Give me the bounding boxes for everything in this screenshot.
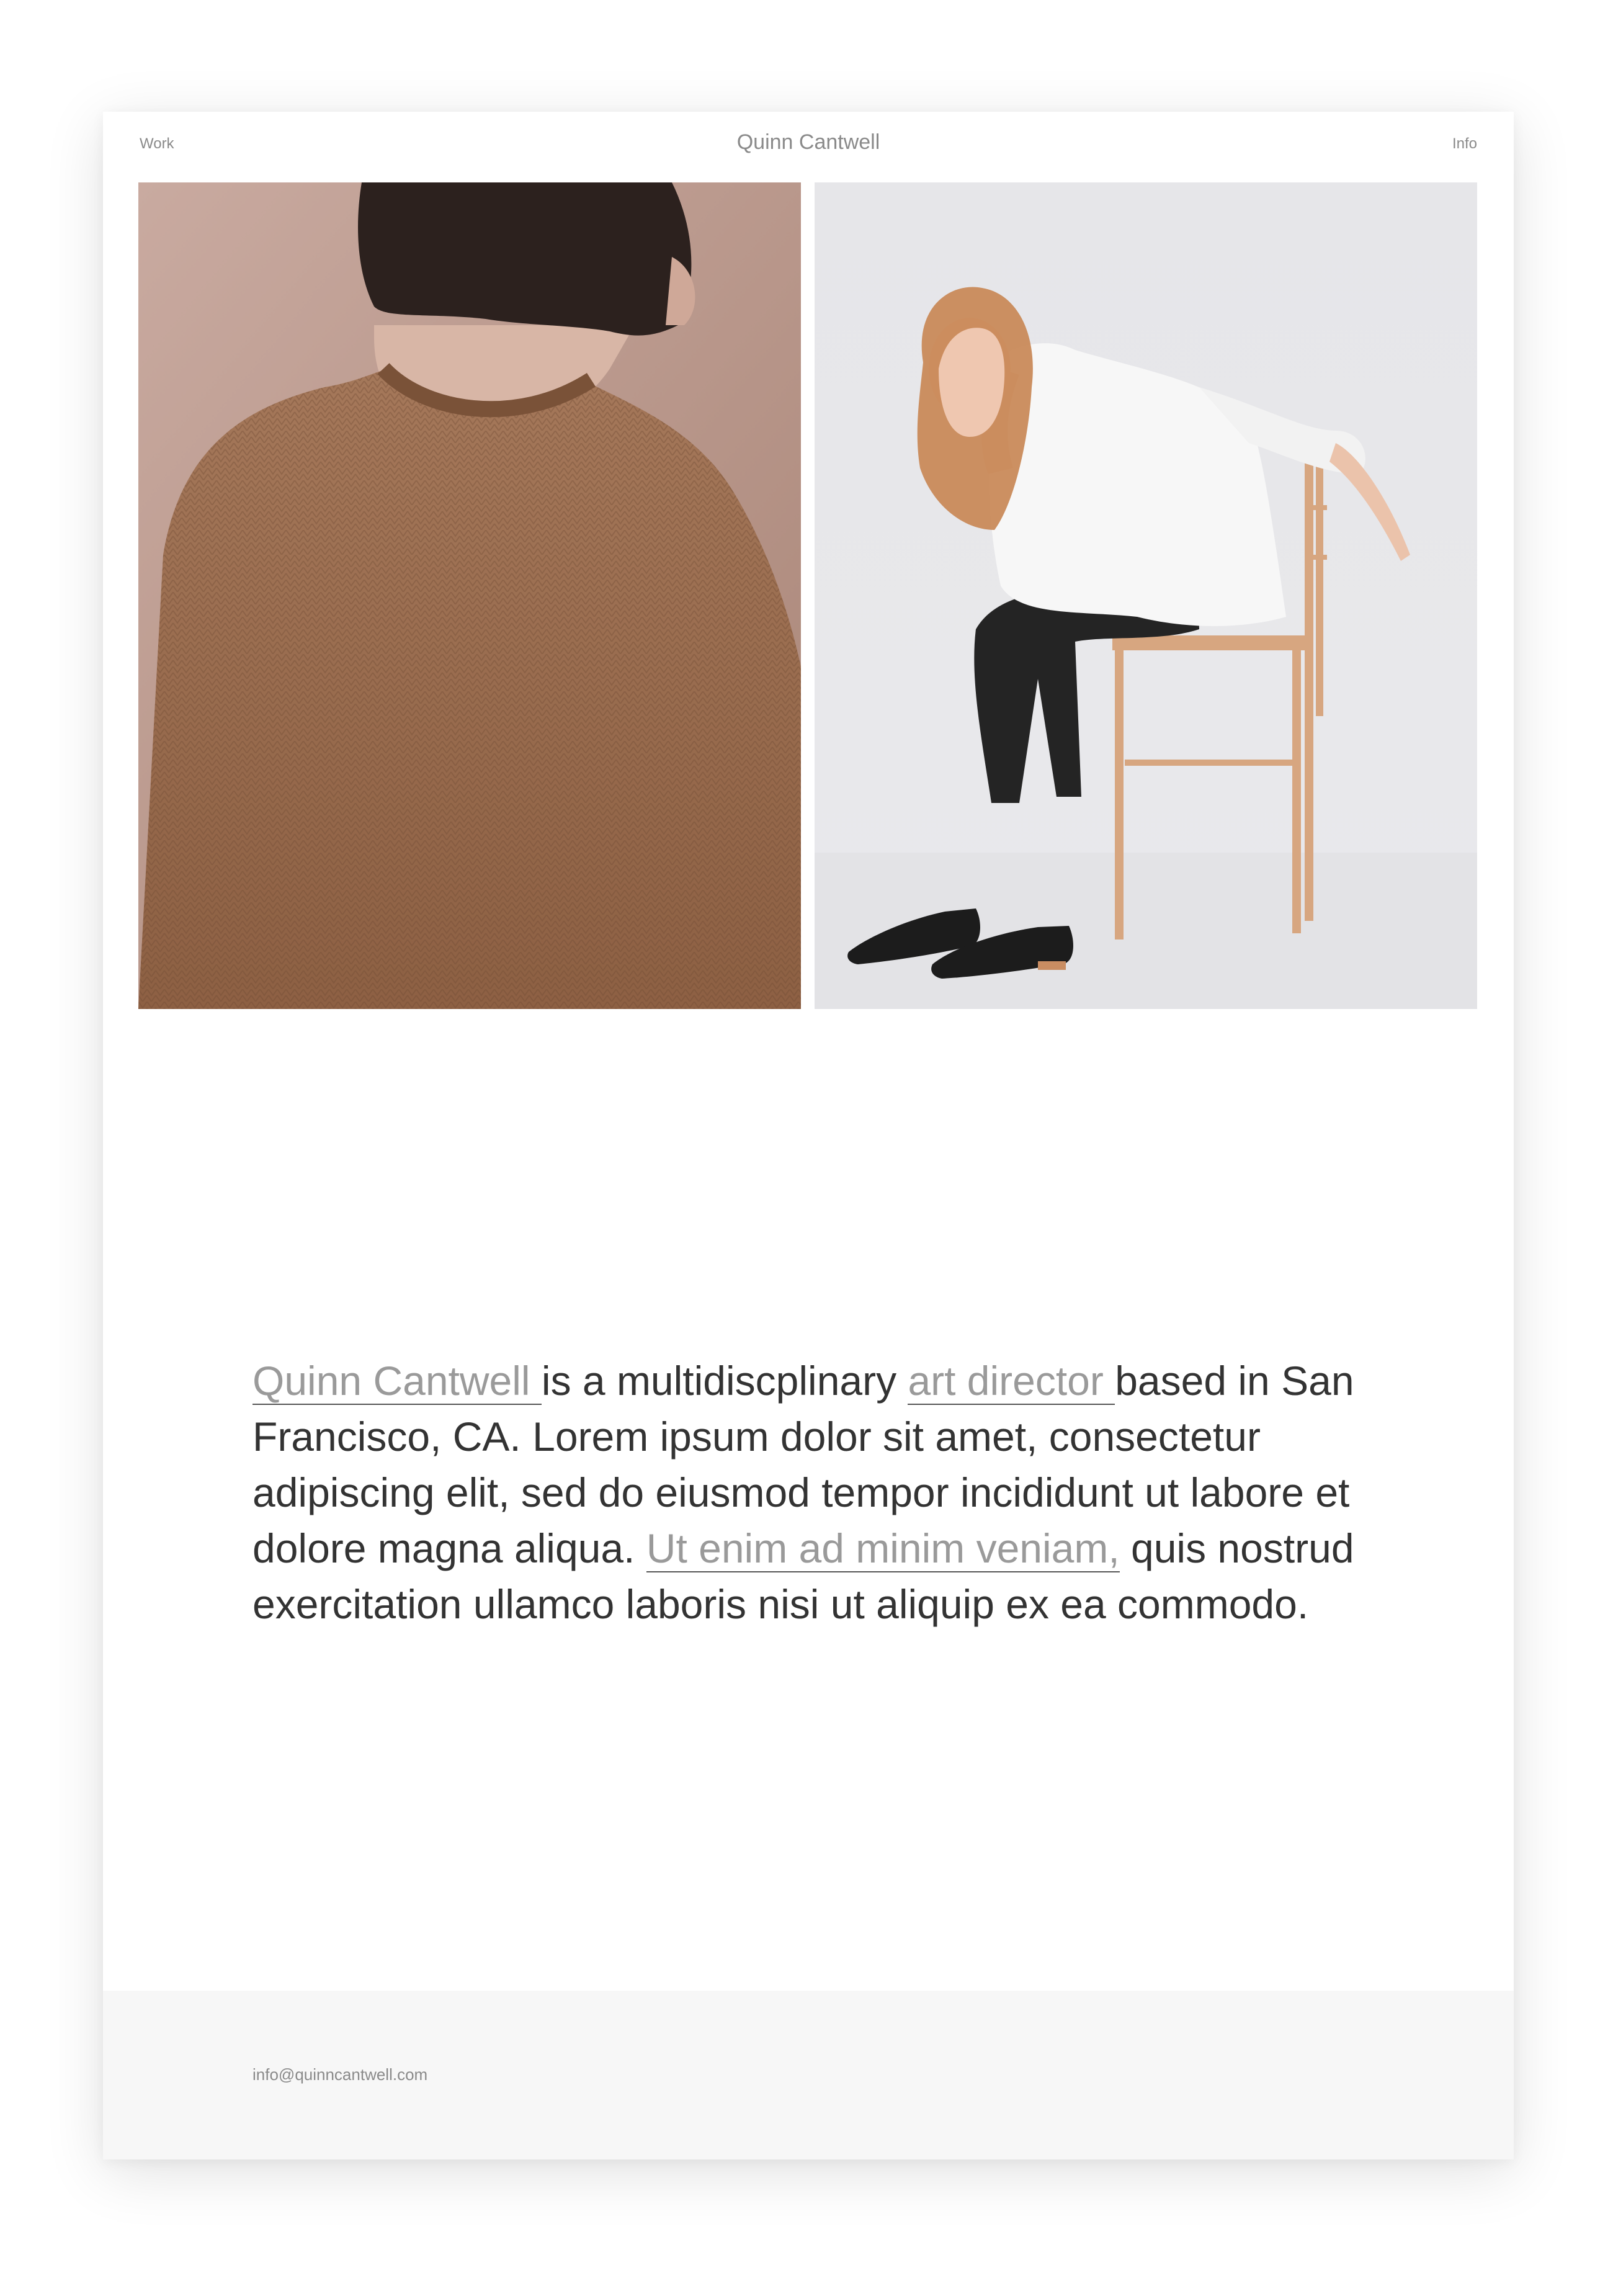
bio-role-link[interactable]: art director: [908, 1358, 1115, 1405]
seated-model-photo-image: [815, 182, 1477, 1009]
site-title[interactable]: Quinn Cantwell: [103, 130, 1514, 155]
sweater-photo-image: [138, 182, 801, 1009]
footer: info@quinncantwell.com: [103, 1991, 1514, 2159]
bio-text-intro: is a multidiscplinary: [541, 1358, 908, 1404]
nav-info-link[interactable]: Info: [1452, 135, 1477, 153]
bio-name-link[interactable]: Quinn Cantwell: [252, 1358, 542, 1405]
bio-paragraph: Quinn Cantwell is a multidiscplinary art…: [252, 1353, 1382, 1632]
bio-inline-link[interactable]: Ut enim ad minim veniam,: [646, 1525, 1120, 1572]
page-frame: Work Quinn Cantwell Info Quinn Cantwell …: [103, 112, 1514, 2159]
seated-model-photo[interactable]: [815, 182, 1477, 1009]
top-nav: Work Quinn Cantwell Info: [103, 112, 1514, 174]
sweater-photo[interactable]: [138, 182, 801, 1009]
footer-email-link[interactable]: info@quinncantwell.com: [252, 2065, 427, 2084]
